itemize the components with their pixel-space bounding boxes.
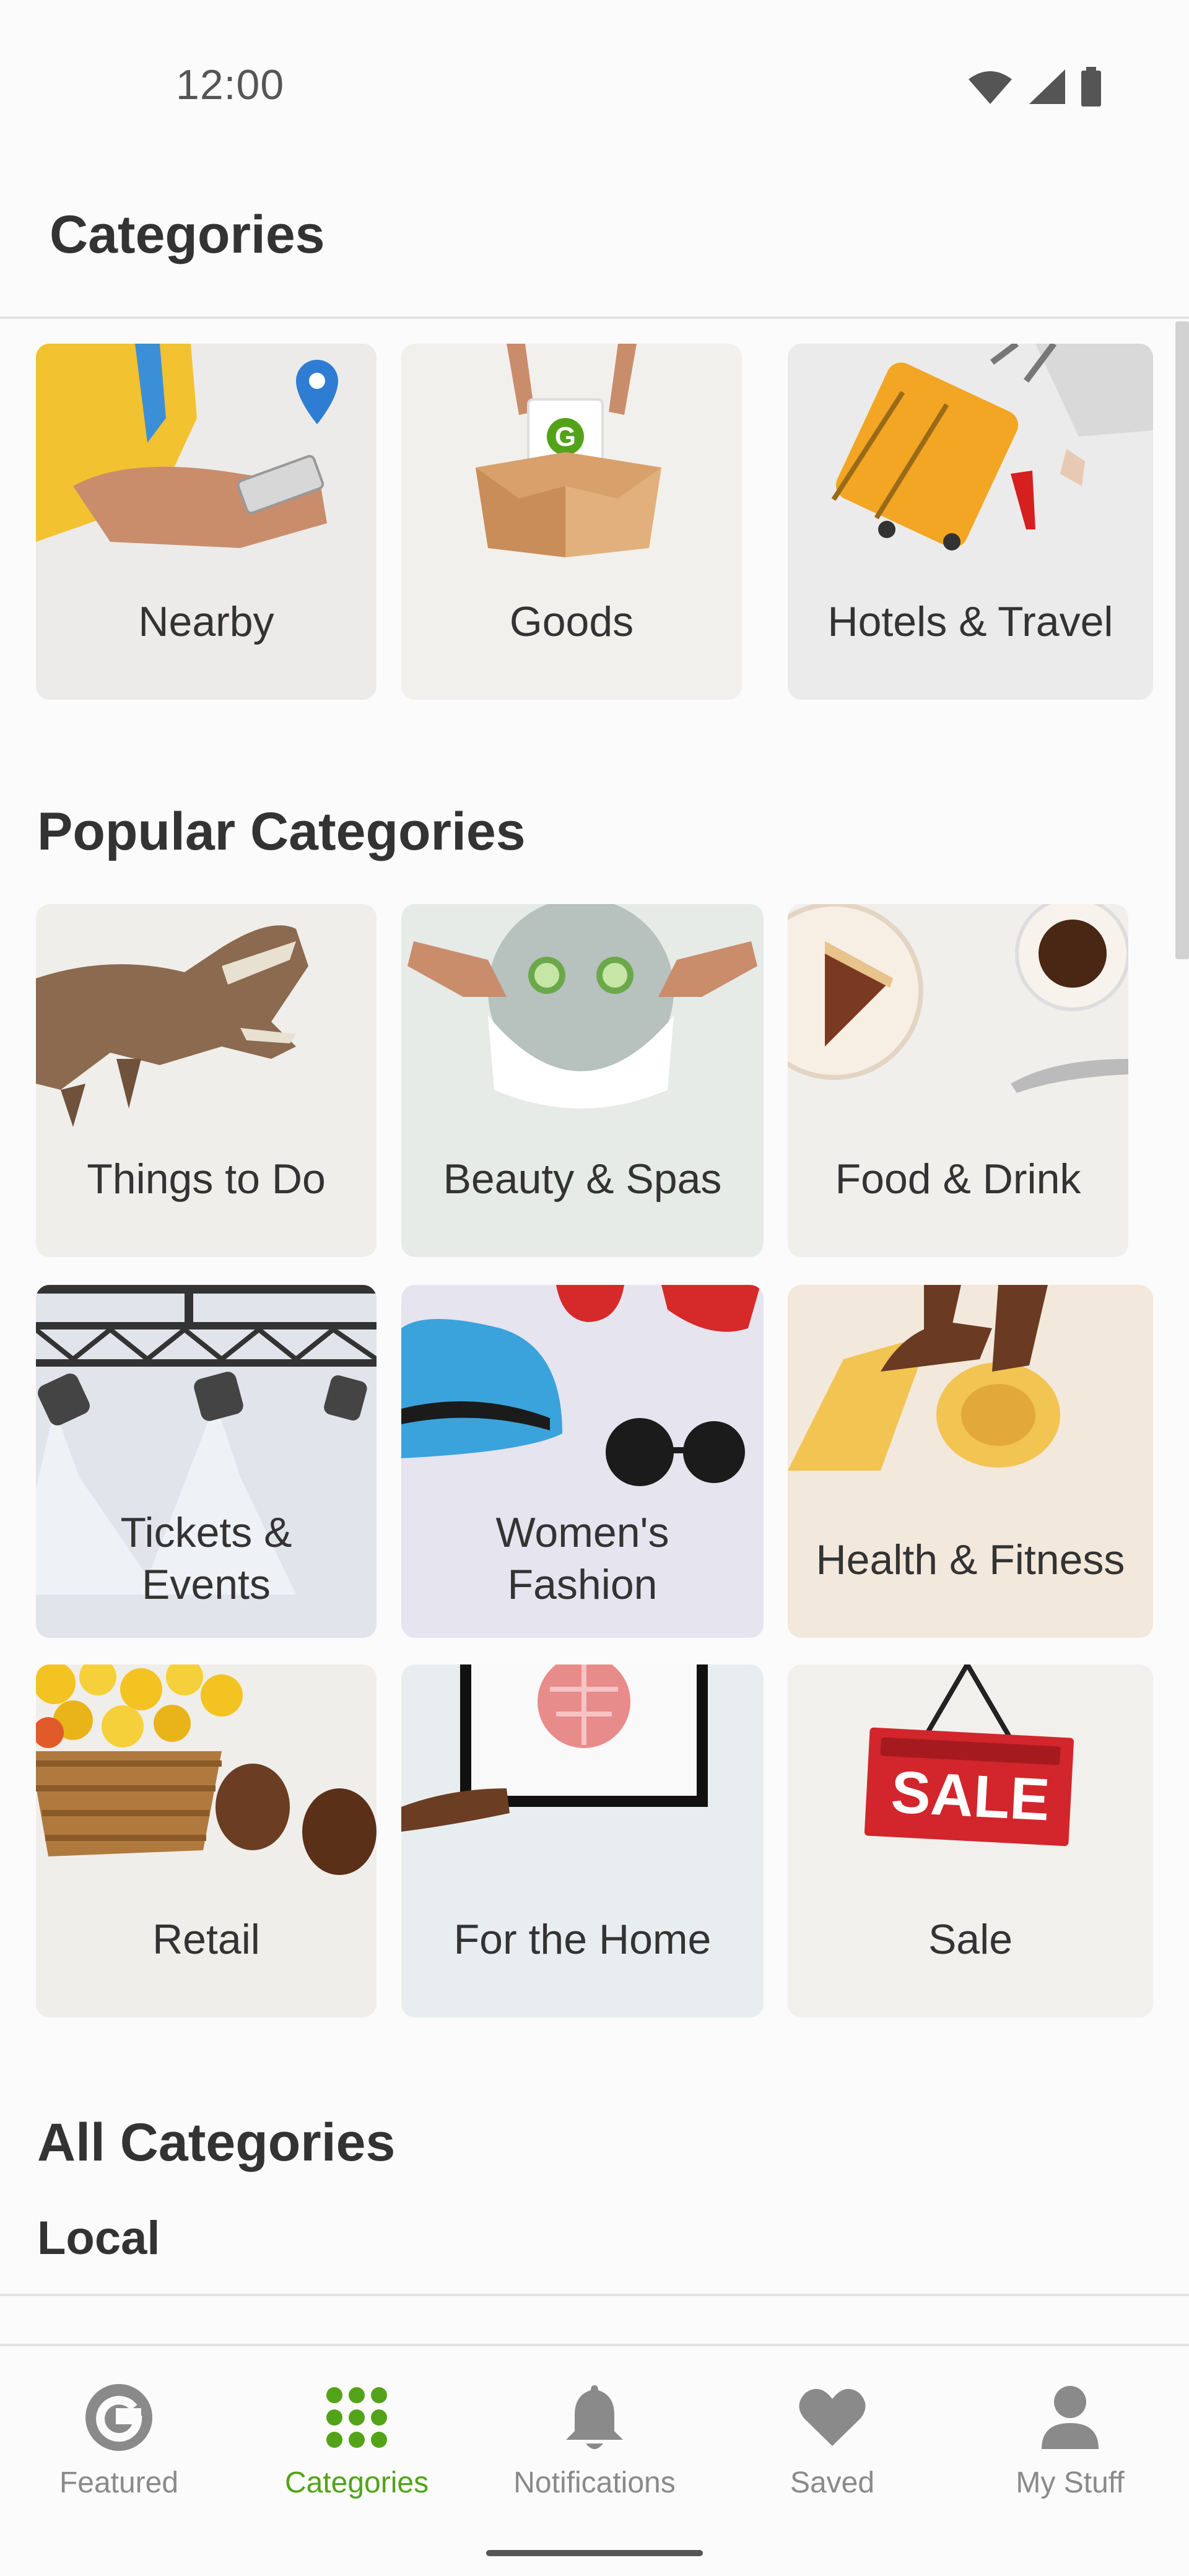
nav-label: Categories [284,2466,429,2499]
tile-label: Nearby [138,598,274,645]
tile-label-line: Women's [495,1509,669,1556]
tile-label: Tickets & Events [108,1507,304,1611]
tile-retail[interactable]: Retail [36,1664,377,2017]
nav-categories[interactable]: Categories [238,2346,476,2530]
nav-label: Saved [790,2466,875,2499]
tile-label: Sale [928,1916,1013,1963]
tile-label: Beauty & Spas [443,1155,722,1203]
grid-icon [326,2387,387,2448]
local-category-heading[interactable]: Local [37,2211,160,2265]
popular-categories-heading: Popular Categories [37,802,526,861]
sale-sign-text: SALE [889,1759,1051,1833]
categories-scroll-area[interactable]: Nearby G Goods Hotels & Travel Popular C… [0,321,1189,2344]
header: Categories [0,142,1189,319]
person-icon [1042,2386,1099,2449]
heart-icon [799,2388,866,2446]
tile-label-line: Events [142,1561,271,1608]
nav-featured[interactable]: Featured [0,2346,238,2530]
status-bar: 12:00 [0,0,1189,142]
tile-womens-fashion[interactable]: Women's Fashion [401,1285,764,1638]
svg-text:G: G [555,422,576,452]
nav-saved[interactable]: Saved [713,2346,951,2530]
tile-for-the-home[interactable]: For the Home [401,1664,764,2017]
tile-health-fitness[interactable]: Health & Fitness [788,1285,1153,1638]
tile-tickets-events[interactable]: Tickets & Events [36,1285,377,1638]
tile-label-line: Fashion [507,1561,658,1608]
status-time: 12:00 [176,61,285,108]
battery-icon [1081,67,1101,107]
scrollbar[interactable] [1175,321,1189,959]
signal-icon [1029,69,1065,104]
page-title: Categories [50,205,325,264]
tile-label: For the Home [453,1916,712,1963]
tile-things-to-do[interactable]: Things to Do [36,904,377,1257]
tile-food-drink[interactable]: Food & Drink [788,904,1128,1257]
all-categories-heading: All Categories [37,2113,396,2172]
tile-hotels-travel[interactable]: Hotels & Travel [788,344,1153,700]
tile-label: Retail [152,1916,260,1963]
tile-goods[interactable]: G Goods [401,344,742,700]
home-indicator[interactable] [486,2550,703,2556]
tile-sale[interactable]: SALE Sale [788,1664,1153,2017]
bell-icon [566,2385,623,2449]
tile-label: Women's Fashion [483,1507,681,1611]
tile-nearby[interactable]: Nearby [36,344,377,700]
tile-label: Things to Do [87,1155,326,1203]
nav-my-stuff[interactable]: My Stuff [951,2346,1189,2530]
tile-label: Hotels & Travel [827,598,1113,645]
nav-label: Notifications [513,2466,676,2499]
location-pin-icon [296,360,338,424]
tile-label: Food & Drink [835,1155,1081,1203]
status-icons [967,67,1102,107]
local-divider [0,2294,1189,2296]
bottom-nav: Featured Categories Notifications Saved [0,2344,1189,2530]
nav-label: Featured [59,2466,179,2499]
tile-label: Health & Fitness [816,1536,1125,1583]
tile-label: Goods [509,598,634,645]
nav-notifications[interactable]: Notifications [476,2346,713,2530]
groupon-g-icon [85,2384,152,2451]
nav-label: My Stuff [1016,2466,1125,2499]
tile-beauty-spas[interactable]: Beauty & Spas [401,904,764,1257]
wifi-icon [969,71,1012,104]
app-screen: 12:00 Categories Nearby G Goods Hotels &… [0,0,1189,2576]
tile-label-line: Tickets & [120,1509,292,1556]
